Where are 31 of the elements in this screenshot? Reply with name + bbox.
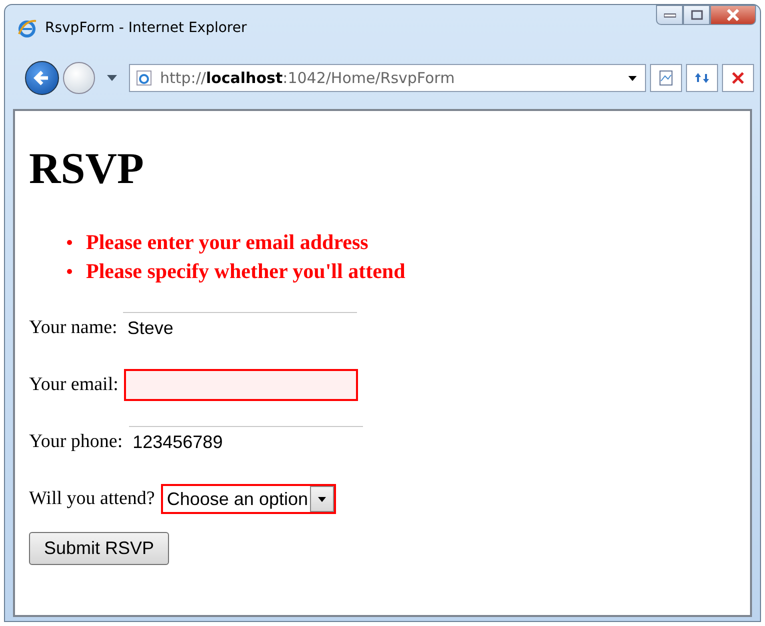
stop-icon	[731, 71, 745, 85]
compatibility-button[interactable]	[650, 64, 682, 92]
bullet-icon	[67, 269, 72, 274]
page-icon	[136, 70, 152, 86]
validation-error: Please specify whether you'll attend	[86, 258, 406, 285]
dropdown-icon	[318, 496, 326, 502]
stop-button[interactable]	[722, 64, 754, 92]
bullet-icon	[67, 240, 72, 245]
refresh-button[interactable]	[686, 64, 718, 92]
maximize-icon	[690, 10, 702, 20]
dropdown-field[interactable]: Choose an option	[160, 484, 336, 514]
field-label: Your name:	[29, 317, 118, 339]
dropdown-icon	[628, 76, 637, 80]
input-field[interactable]	[124, 369, 358, 401]
address-field[interactable]: http://localhost:1042/Home/RsvpForm	[129, 64, 646, 92]
window-title: RsvpForm - Internet Explorer	[45, 20, 247, 36]
minimize-icon	[664, 12, 676, 18]
field-label: Will you attend?	[29, 488, 155, 510]
field-label: Your phone:	[29, 431, 123, 453]
maximize-button[interactable]	[683, 5, 710, 25]
submit-button[interactable]: Submit RSVP	[29, 532, 170, 565]
chart-page-icon	[658, 70, 674, 86]
back-button[interactable]	[25, 61, 59, 95]
minimize-button[interactable]	[656, 5, 683, 25]
validation-error: Please enter your email address	[86, 229, 368, 256]
close-button[interactable]	[710, 5, 756, 25]
dropdown-icon[interactable]	[107, 75, 117, 81]
browser-logo-icon	[17, 18, 37, 38]
field-label: Your email:	[29, 374, 118, 396]
close-icon	[726, 9, 740, 21]
page-heading: RSVP	[29, 143, 145, 194]
